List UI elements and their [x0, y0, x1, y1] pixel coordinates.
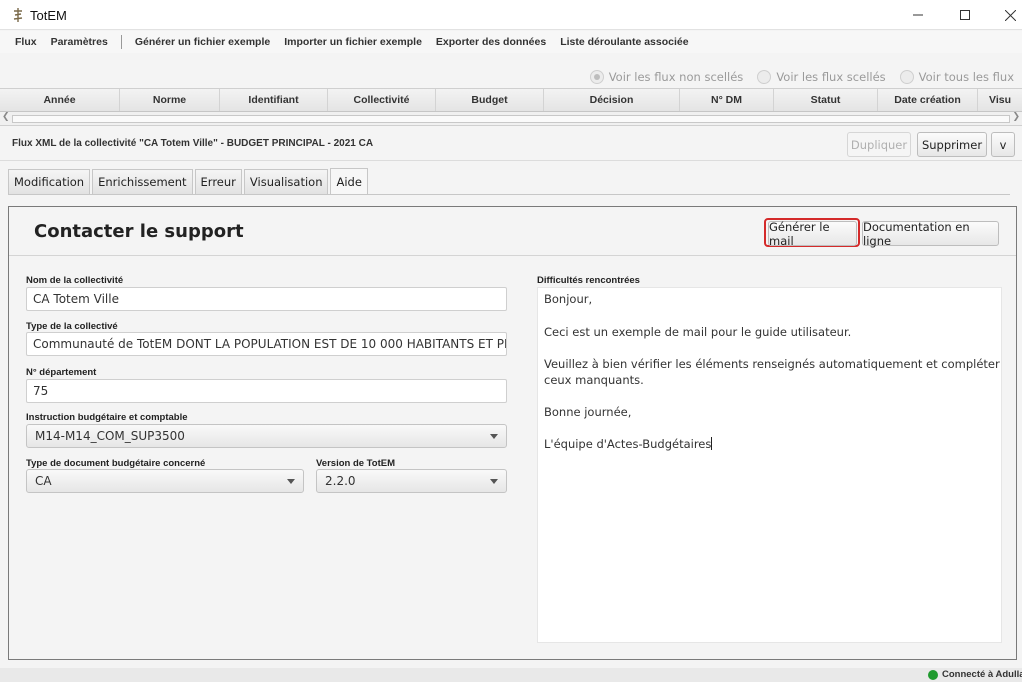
menu-importer-fichier-exemple[interactable]: Importer un fichier exemple: [277, 36, 429, 48]
flux-info-text: Flux XML de la collectivité "CA Totem Vi…: [12, 138, 374, 149]
column-header-budget[interactable]: Budget: [436, 89, 544, 111]
mail-signature-line: L'équipe d'Actes-Budgétaires: [544, 436, 713, 452]
menu-parametres[interactable]: Paramètres: [44, 36, 115, 48]
title-bar: TotEM: [0, 0, 1022, 30]
delete-button[interactable]: Supprimer: [917, 132, 987, 157]
menu-flux[interactable]: Flux: [8, 36, 44, 48]
more-button[interactable]: v: [991, 132, 1015, 157]
field-label-type-collectivite: Type de la collectivé: [26, 321, 118, 332]
menu-exporter-donnees[interactable]: Exporter des données: [429, 36, 553, 48]
column-header-annee[interactable]: Année: [0, 89, 120, 111]
mail-line: Bonjour,: [544, 292, 593, 306]
text-cursor: [711, 437, 713, 450]
totem-app-icon: [13, 8, 23, 22]
tab-bar: Modification Enrichissement Erreur Visua…: [8, 168, 370, 194]
window-title: TotEM: [30, 8, 67, 23]
menu-bar: Flux Paramètres Générer un fichier exemp…: [0, 31, 1022, 53]
difficulties-textarea[interactable]: Bonjour, Ceci est un exemple de mail pou…: [537, 287, 1002, 643]
tab-erreur[interactable]: Erreur: [194, 169, 242, 194]
flux-filter-radios: Voir les flux non scellés Voir les flux …: [576, 67, 1014, 87]
scroll-left-icon[interactable]: ❮: [2, 112, 10, 122]
column-header-visu[interactable]: Visu: [978, 89, 1022, 111]
close-icon[interactable]: [990, 0, 1022, 30]
tab-enrichissement[interactable]: Enrichissement: [92, 169, 193, 194]
menu-separator: [120, 35, 122, 49]
radio-label: Voir tous les flux: [918, 70, 1014, 84]
instruction-select-value: M14-M14_COM_SUP3500: [35, 429, 185, 443]
scroll-track[interactable]: [12, 115, 1010, 123]
generate-mail-button[interactable]: Générer le mail: [768, 220, 857, 248]
radio-non-scelles[interactable]: Voir les flux non scellés: [589, 70, 744, 84]
mail-line: Veuillez à bien vérifier les éléments re…: [544, 357, 1000, 371]
mail-line: Bonne journée,: [544, 405, 632, 419]
type-document-select[interactable]: CA: [26, 469, 304, 493]
connection-status-text: Connecté à Adullact: [942, 669, 1022, 680]
type-collectivite-field[interactable]: Communauté de TotEM DONT LA POPULATION E…: [26, 332, 507, 356]
support-title: Contacter le support: [34, 221, 244, 242]
maximize-icon[interactable]: [945, 0, 985, 30]
tab-aide[interactable]: Aide: [330, 168, 368, 194]
tab-modification[interactable]: Modification: [8, 169, 91, 194]
departement-field[interactable]: 75: [26, 379, 507, 403]
collectivite-field[interactable]: CA Totem Ville: [26, 287, 507, 311]
column-header-decision[interactable]: Décision: [544, 89, 680, 111]
column-header-num-dm[interactable]: N° DM: [680, 89, 774, 111]
flux-info-bar: Flux XML de la collectivité "CA Totem Vi…: [0, 127, 1022, 161]
column-header-statut[interactable]: Statut: [774, 89, 878, 111]
radio-selected-icon: [589, 70, 604, 84]
duplicate-button[interactable]: Dupliquer: [847, 132, 911, 157]
mail-signature: L'équipe d'Actes-Budgétaires: [544, 437, 712, 451]
radio-unselected-icon: [757, 70, 772, 84]
menu-liste-deroulante[interactable]: Liste déroulante associée: [553, 36, 695, 48]
version-select-value: 2.2.0: [325, 474, 356, 488]
menu-generer-fichier-exemple[interactable]: Générer un fichier exemple: [128, 36, 277, 48]
tab-divider: [8, 194, 1010, 195]
status-bar: Connecté à Adullact: [0, 668, 1022, 682]
chevron-down-icon: [287, 479, 295, 484]
column-header-identifiant[interactable]: Identifiant: [220, 89, 328, 111]
field-label-version: Version de TotEM: [316, 458, 396, 469]
column-header-norme[interactable]: Norme: [120, 89, 220, 111]
support-panel-header: Contacter le support Générer le mail Doc…: [9, 207, 1016, 256]
type-document-select-value: CA: [35, 474, 52, 488]
connection-status-icon: [928, 670, 938, 680]
column-header-date-creation[interactable]: Date création: [878, 89, 978, 111]
mail-line: Ceci est un exemple de mail pour le guid…: [544, 325, 852, 339]
instruction-select[interactable]: M14-M14_COM_SUP3500: [26, 424, 507, 448]
online-documentation-button[interactable]: Documentation en ligne: [862, 220, 999, 248]
horizontal-scrollbar[interactable]: ❮ ❯: [0, 112, 1022, 126]
column-header-collectivite[interactable]: Collectivité: [328, 89, 436, 111]
tab-visualisation[interactable]: Visualisation: [243, 169, 329, 194]
support-panel: Contacter le support Générer le mail Doc…: [8, 206, 1017, 660]
mail-line: ceux manquants.: [544, 373, 644, 387]
scroll-right-icon[interactable]: ❯: [1012, 112, 1020, 122]
radio-label: Voir les flux scellés: [776, 70, 886, 84]
radio-unselected-icon: [899, 70, 914, 84]
flux-table-header: Année Norme Identifiant Collectivité Bud…: [0, 88, 1022, 112]
field-label-departement: N° département: [26, 367, 97, 378]
radio-tous[interactable]: Voir tous les flux: [899, 70, 1014, 84]
radio-scelles[interactable]: Voir les flux scellés: [757, 70, 886, 84]
field-label-collectivite: Nom de la collectivité: [26, 275, 124, 286]
radio-label: Voir les flux non scellés: [608, 70, 744, 84]
field-label-difficultes: Difficultés rencontrées: [537, 275, 640, 286]
field-label-type-document: Type de document budgétaire concerné: [26, 458, 206, 469]
field-label-instruction: Instruction budgétaire et comptable: [26, 412, 188, 423]
chevron-down-icon: [490, 479, 498, 484]
version-select[interactable]: 2.2.0: [316, 469, 507, 493]
chevron-down-icon: [490, 434, 498, 439]
minimize-icon[interactable]: [898, 0, 938, 30]
